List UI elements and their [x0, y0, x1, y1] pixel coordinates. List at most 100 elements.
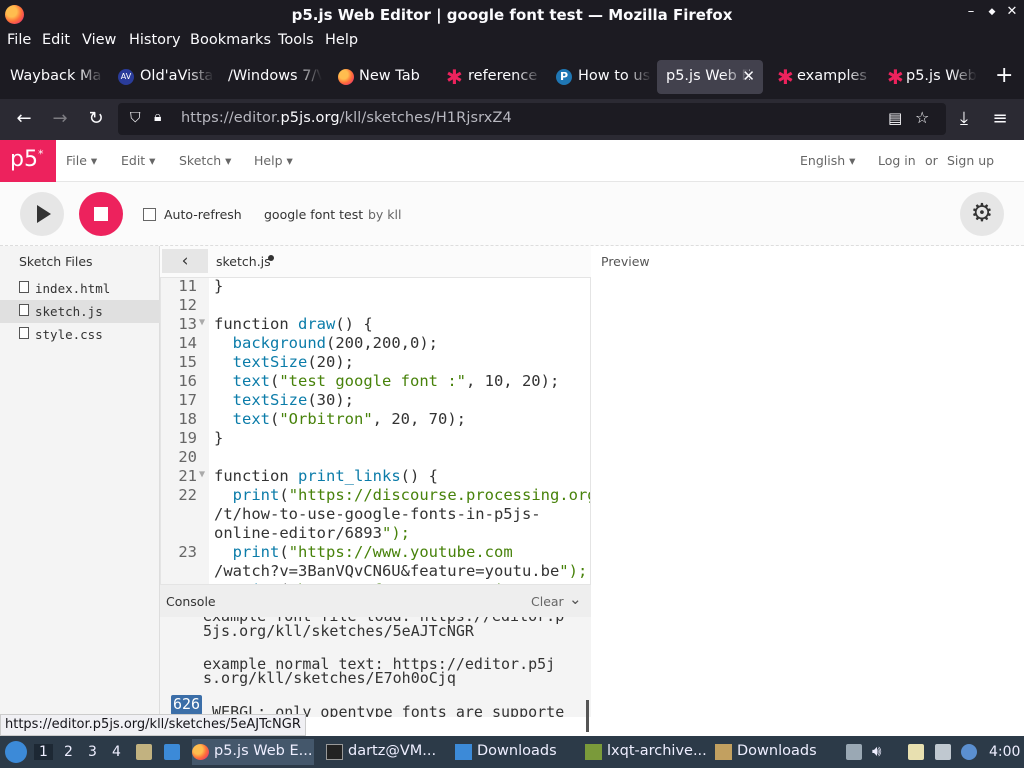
workspace-1[interactable]: 1 [34, 744, 53, 760]
tab-new-tab[interactable]: New Tab [328, 60, 432, 94]
code-line[interactable]: online-editor/6893"); [161, 524, 590, 543]
task-terminal[interactable]: dartz@VM... [326, 739, 444, 765]
code-line[interactable]: /t/how-to-use-google-fonts-in-p5js- [161, 505, 590, 524]
menu-file[interactable]: File [7, 32, 31, 48]
close-tab-icon[interactable]: ✕ [742, 67, 755, 85]
hamburger-menu-icon[interactable]: ≡ [988, 108, 1012, 130]
code-text: print("https://www.youtube.com [232, 543, 513, 561]
chevron-down-icon[interactable]: ⌄ [569, 590, 582, 608]
console-output[interactable]: 626 example font file load: https://edit… [160, 617, 591, 717]
tab-wayback[interactable]: Wayback Ma [0, 60, 104, 94]
maximize-button[interactable]: ◆ [983, 7, 1001, 27]
signup-link[interactable]: Sign up [947, 153, 994, 168]
menu-history[interactable]: History [129, 32, 181, 48]
p5-menu-help[interactable]: Help ▾ [254, 153, 293, 168]
code-line[interactable]: 20 [161, 448, 590, 467]
stop-button[interactable] [79, 192, 123, 236]
line-number: 18 [178, 410, 197, 428]
tab-p5-web[interactable]: ✱ p5.js Web [877, 60, 977, 94]
p5-logo[interactable]: p5* [0, 140, 56, 182]
shield-icon[interactable]: ⛉ [130, 110, 141, 126]
tab-reference[interactable]: ✱ reference [436, 60, 542, 94]
sketch-files-sidebar: Sketch Files index.html sketch.js style.… [0, 246, 160, 716]
archiver-icon [585, 744, 602, 760]
clipboard-icon[interactable] [908, 744, 924, 760]
minimize-button[interactable]: – [962, 4, 980, 24]
task-firefox[interactable]: p5.js Web E... [192, 739, 314, 765]
autorefresh-checkbox[interactable] [143, 208, 156, 221]
tab-examples[interactable]: ✱ examples [767, 60, 873, 94]
code-line[interactable]: 19} [161, 429, 590, 448]
code-line[interactable]: 12 [161, 296, 590, 315]
menu-view[interactable]: View [82, 32, 116, 48]
forward-arrow-icon[interactable]: → [48, 108, 72, 130]
settings-gear-icon[interactable]: ⚙ [960, 192, 1004, 236]
code-line[interactable]: 23 print("https://www.youtube.com [161, 543, 590, 562]
workspace-3[interactable]: 3 [88, 744, 97, 760]
tab-p5-editor-active[interactable]: p5.js Web E ✕ [657, 60, 763, 94]
play-button[interactable] [20, 192, 64, 236]
login-link[interactable]: Log in [878, 153, 916, 168]
p5-header: p5* File ▾ Edit ▾ Sketch ▾ Help ▾ Englis… [0, 140, 1024, 182]
code-line[interactable]: 16 text("test google font :", 10, 20); [161, 372, 590, 391]
console-line: 5js.org/kll/sketches/5eAJTcNGR [203, 621, 474, 640]
code-line[interactable]: /watch?v=3BanVQvCN6U&feature=youtu.be"); [161, 562, 590, 581]
sketch-owner[interactable]: by kll [368, 207, 402, 222]
tab-oldavista[interactable]: AV Old'aVista [108, 60, 214, 94]
back-arrow-icon[interactable]: ← [12, 108, 36, 130]
updates-icon[interactable] [961, 744, 977, 760]
url-bar[interactable]: ⛉ 🔒︎ https://editor.p5js.org/kll/sketche… [118, 103, 946, 135]
downloads-icon[interactable]: ⤓ [952, 108, 976, 130]
task-lxqt-archiver[interactable]: lxqt-archive... [585, 739, 707, 765]
task-downloads-1[interactable]: Downloads [455, 739, 577, 765]
menu-bookmarks[interactable]: Bookmarks [190, 32, 271, 48]
lock-icon[interactable]: 🔒︎ [154, 109, 161, 125]
file-sketch-js[interactable]: sketch.js [0, 300, 160, 323]
code-line[interactable]: 22 print("https://discourse.processing.o… [161, 486, 590, 505]
network-icon[interactable] [935, 744, 951, 760]
code-line[interactable]: 13 ▼ function draw() { [161, 315, 590, 334]
file-manager-icon[interactable] [136, 744, 152, 760]
url-text[interactable]: https://editor.p5js.org/kll/sketches/H1R… [181, 110, 512, 126]
code-editor[interactable]: 11} 12 13 ▼ function draw() {14 background(2… [160, 277, 591, 585]
code-line[interactable]: 21 ▼ function print_links() { [161, 467, 590, 486]
menu-help[interactable]: Help [325, 32, 358, 48]
code-line[interactable]: 15 textSize(20); [161, 353, 590, 372]
tab-how-to[interactable]: P How to us [546, 60, 652, 94]
menu-tools[interactable]: Tools [278, 32, 314, 48]
editor-filename: sketch.js [216, 254, 271, 269]
reload-icon[interactable]: ↻ [84, 108, 108, 130]
fold-arrow-icon[interactable]: ▼ [199, 317, 205, 328]
bookmark-star-icon[interactable]: ☆ [915, 108, 929, 127]
p5-menu-file[interactable]: File ▾ [66, 153, 97, 168]
tray-device-icon[interactable] [846, 744, 862, 760]
volume-icon[interactable]: 🔊︎ [872, 742, 888, 760]
workspace-4[interactable]: 4 [112, 744, 121, 760]
sketch-name[interactable]: google font test [264, 207, 363, 222]
file-style-css[interactable]: style.css [0, 323, 160, 346]
code-line[interactable]: 17 textSize(30); [161, 391, 590, 410]
code-line[interactable]: 14 background(200,200,0); [161, 334, 590, 353]
desktop-icon[interactable] [164, 744, 180, 760]
code-text: text("Orbitron", 20, 70); [232, 410, 466, 428]
p5-menu-sketch[interactable]: Sketch ▾ [179, 153, 231, 168]
close-window-button[interactable]: ✕ [1003, 4, 1021, 24]
language-select[interactable]: English ▾ [800, 153, 855, 168]
console-clear-button[interactable]: Clear [531, 594, 564, 609]
file-index-html[interactable]: index.html [0, 277, 160, 300]
code-line[interactable]: 11} [161, 278, 590, 296]
new-tab-button[interactable]: + [988, 60, 1018, 94]
tab-windows7[interactable]: /Windows 7/V [218, 60, 322, 94]
p5-menu-edit[interactable]: Edit ▾ [121, 153, 155, 168]
reader-view-icon[interactable]: ▤ [888, 109, 902, 127]
start-menu-icon[interactable] [5, 741, 27, 763]
code-line[interactable]: 18 text("Orbitron", 20, 70); [161, 410, 590, 429]
workspace-2[interactable]: 2 [64, 744, 73, 760]
task-downloads-2[interactable]: Downloads [715, 739, 837, 765]
collapse-sidebar-button[interactable]: ‹ [162, 249, 208, 273]
menu-edit[interactable]: Edit [42, 32, 70, 48]
fold-arrow-icon[interactable]: ▼ [199, 469, 205, 480]
p5-asterisk-icon: ✱ [446, 65, 463, 89]
console-title: Console [166, 594, 216, 609]
console-scrollbar[interactable] [586, 700, 589, 732]
